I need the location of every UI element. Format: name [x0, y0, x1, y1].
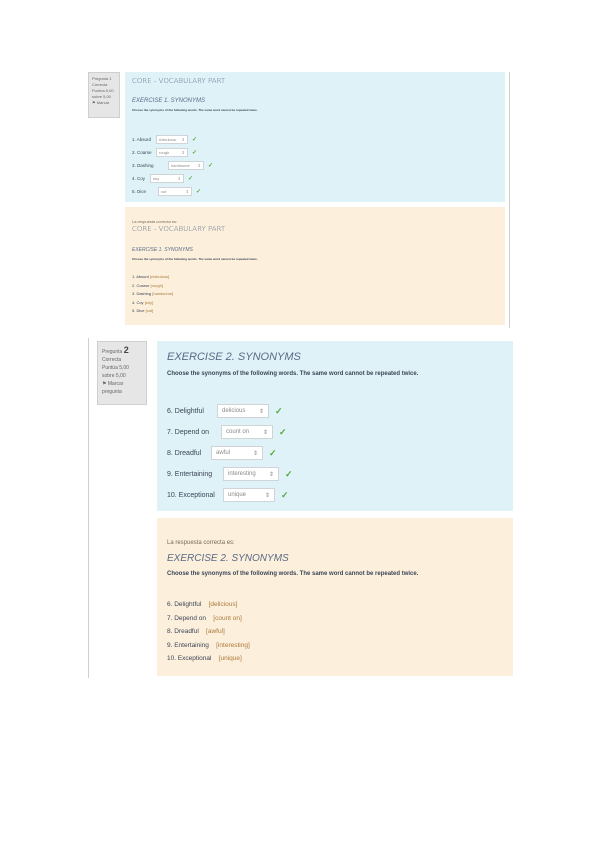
select-arrow-icon: ⇕ [181, 150, 185, 155]
check-icon: ✓ [285, 468, 293, 479]
question-item: 6. Delightful delicious ⇕ ✓ [167, 404, 283, 418]
flag-icon: ⚑ [102, 381, 107, 387]
select-arrow-icon: ⇕ [264, 492, 270, 499]
answer-select[interactable]: unique ⇕ [223, 488, 275, 502]
flag-question-link-2[interactable]: pregunta [102, 388, 142, 396]
question-grade: Puntúa 5,00 [102, 365, 129, 371]
exercise-instruction: Choose the synonyms of the following wor… [132, 108, 258, 112]
select-arrow-icon: ⇕ [177, 176, 181, 181]
select-arrow-icon: ⇕ [268, 471, 274, 478]
answer-item: 4. Coy [shy] [132, 299, 154, 305]
answer-list: 1. Absurd [ridiculous] 2. Coarse [rough]… [132, 273, 173, 316]
question-2-feedback: La respuesta correcta es: EXERCISE 2. SY… [157, 518, 513, 676]
answer-select[interactable]: awful ⇕ [211, 446, 263, 460]
question-item: 5. Dice cut ⇕ ✓ [132, 187, 202, 196]
check-icon: ✓ [279, 426, 287, 437]
check-icon: ✓ [192, 137, 198, 143]
section-title: CORE - VOCABULARY PART [132, 225, 226, 233]
flag-question-link[interactable]: ⚑ Marcar [92, 100, 116, 106]
question-max-grade: sobre 5,00 [102, 373, 126, 379]
answer-list: 6. Delightful [delicious] 7. Depend on [… [167, 598, 250, 666]
check-icon: ✓ [269, 447, 277, 458]
question-item: 1. Absurd ridiculous ⇕ ✓ [132, 135, 198, 144]
answer-select[interactable]: delicious ⇕ [217, 404, 269, 418]
answer-item: 7. Depend on [count on] [167, 614, 242, 622]
select-arrow-icon: ⇕ [185, 189, 189, 194]
question-1-content: CORE - VOCABULARY PART EXERCISE 1. SYNON… [125, 72, 505, 202]
exercise-title: EXERCISE 1. SYNONYMS [132, 247, 193, 253]
select-arrow-icon: ⇕ [197, 163, 201, 168]
answer-select[interactable]: shy ⇕ [150, 174, 184, 183]
answer-select[interactable]: ridiculous ⇕ [156, 135, 188, 144]
select-arrow-icon: ⇕ [258, 408, 264, 415]
question-number: Pregunta 2 [102, 345, 129, 356]
question-1-border [509, 72, 510, 328]
answer-item: 5. Dice [cut] [132, 308, 154, 313]
flag-icon: ⚑ [92, 100, 96, 105]
check-icon: ✓ [196, 189, 202, 195]
check-icon: ✓ [208, 163, 214, 169]
question-item: 10. Exceptional unique ⇕ ✓ [167, 488, 289, 502]
answer-item: 9. Entertaining [interesting] [167, 641, 250, 649]
check-icon: ✓ [188, 176, 194, 182]
correct-answer-caption: La respuesta correcta es: [167, 540, 235, 546]
exercise-title: EXERCISE 2. SYNONYMS [167, 553, 289, 564]
question-item: 7. Depend on count on ⇕ ✓ [167, 425, 287, 439]
question-2-content: EXERCISE 2. SYNONYMS Choose the synonyms… [157, 341, 513, 511]
exercise-instruction: Choose the synonyms of the following wor… [132, 257, 258, 261]
flag-question-link[interactable]: ⚑ Marcar [102, 380, 142, 388]
exercise-title: EXERCISE 1. SYNONYMS [132, 98, 206, 104]
question-item: 2. Coarse rough ⇕ ✓ [132, 148, 198, 157]
select-arrow-icon: ⇕ [181, 137, 185, 142]
exercise-instruction: Choose the synonyms of the following wor… [167, 371, 419, 377]
check-icon: ✓ [275, 405, 283, 416]
answer-item: 2. Coarse [rough] [132, 282, 163, 288]
question-1-feedback: La respuesta correcta es: CORE - VOCABUL… [125, 207, 505, 325]
answer-select[interactable]: handsome ⇕ [168, 161, 204, 170]
question-2-info: Pregunta 2 Correcta Puntúa 5,00 sobre 5,… [97, 341, 147, 405]
question-item: 3. Dashing handsome ⇕ ✓ [132, 161, 214, 170]
answer-select[interactable]: rough ⇕ [156, 148, 188, 157]
question-1-info: Pregunta 1 Correcta Puntúa 5,00 sobre 5,… [88, 72, 120, 118]
answer-item: 10. Exceptional [unique] [167, 655, 242, 662]
exercise-title: EXERCISE 2. SYNONYMS [167, 351, 301, 363]
section-title: CORE - VOCABULARY PART [132, 77, 226, 85]
answer-item: 3. Dashing [handsome] [132, 291, 174, 296]
check-icon: ✓ [192, 150, 198, 156]
answer-select[interactable]: count on ⇕ [221, 425, 273, 439]
question-2-border [88, 338, 89, 678]
answer-select[interactable]: cut ⇕ [158, 187, 192, 196]
answer-item: 8. Dreadful [awful] [167, 628, 225, 635]
question-item: 4. Coy shy ⇕ ✓ [132, 174, 194, 183]
answer-item: 1. Absurd [ridiculous] [132, 274, 170, 279]
exercise-instruction: Choose the synonyms of the following wor… [167, 571, 419, 577]
select-arrow-icon: ⇕ [262, 429, 268, 436]
check-icon: ✓ [281, 489, 289, 500]
correct-answer-caption: La respuesta correcta es: [132, 219, 178, 224]
answer-select[interactable]: interesting ⇕ [223, 467, 279, 481]
answer-item: 6. Delightful [delicious] [167, 601, 238, 608]
question-state: Correcta [102, 357, 122, 363]
select-arrow-icon: ⇕ [252, 450, 258, 457]
question-item: 8. Dreadful awful ⇕ ✓ [167, 446, 277, 460]
question-item: 9. Entertaining interesting ⇕ ✓ [167, 467, 293, 481]
